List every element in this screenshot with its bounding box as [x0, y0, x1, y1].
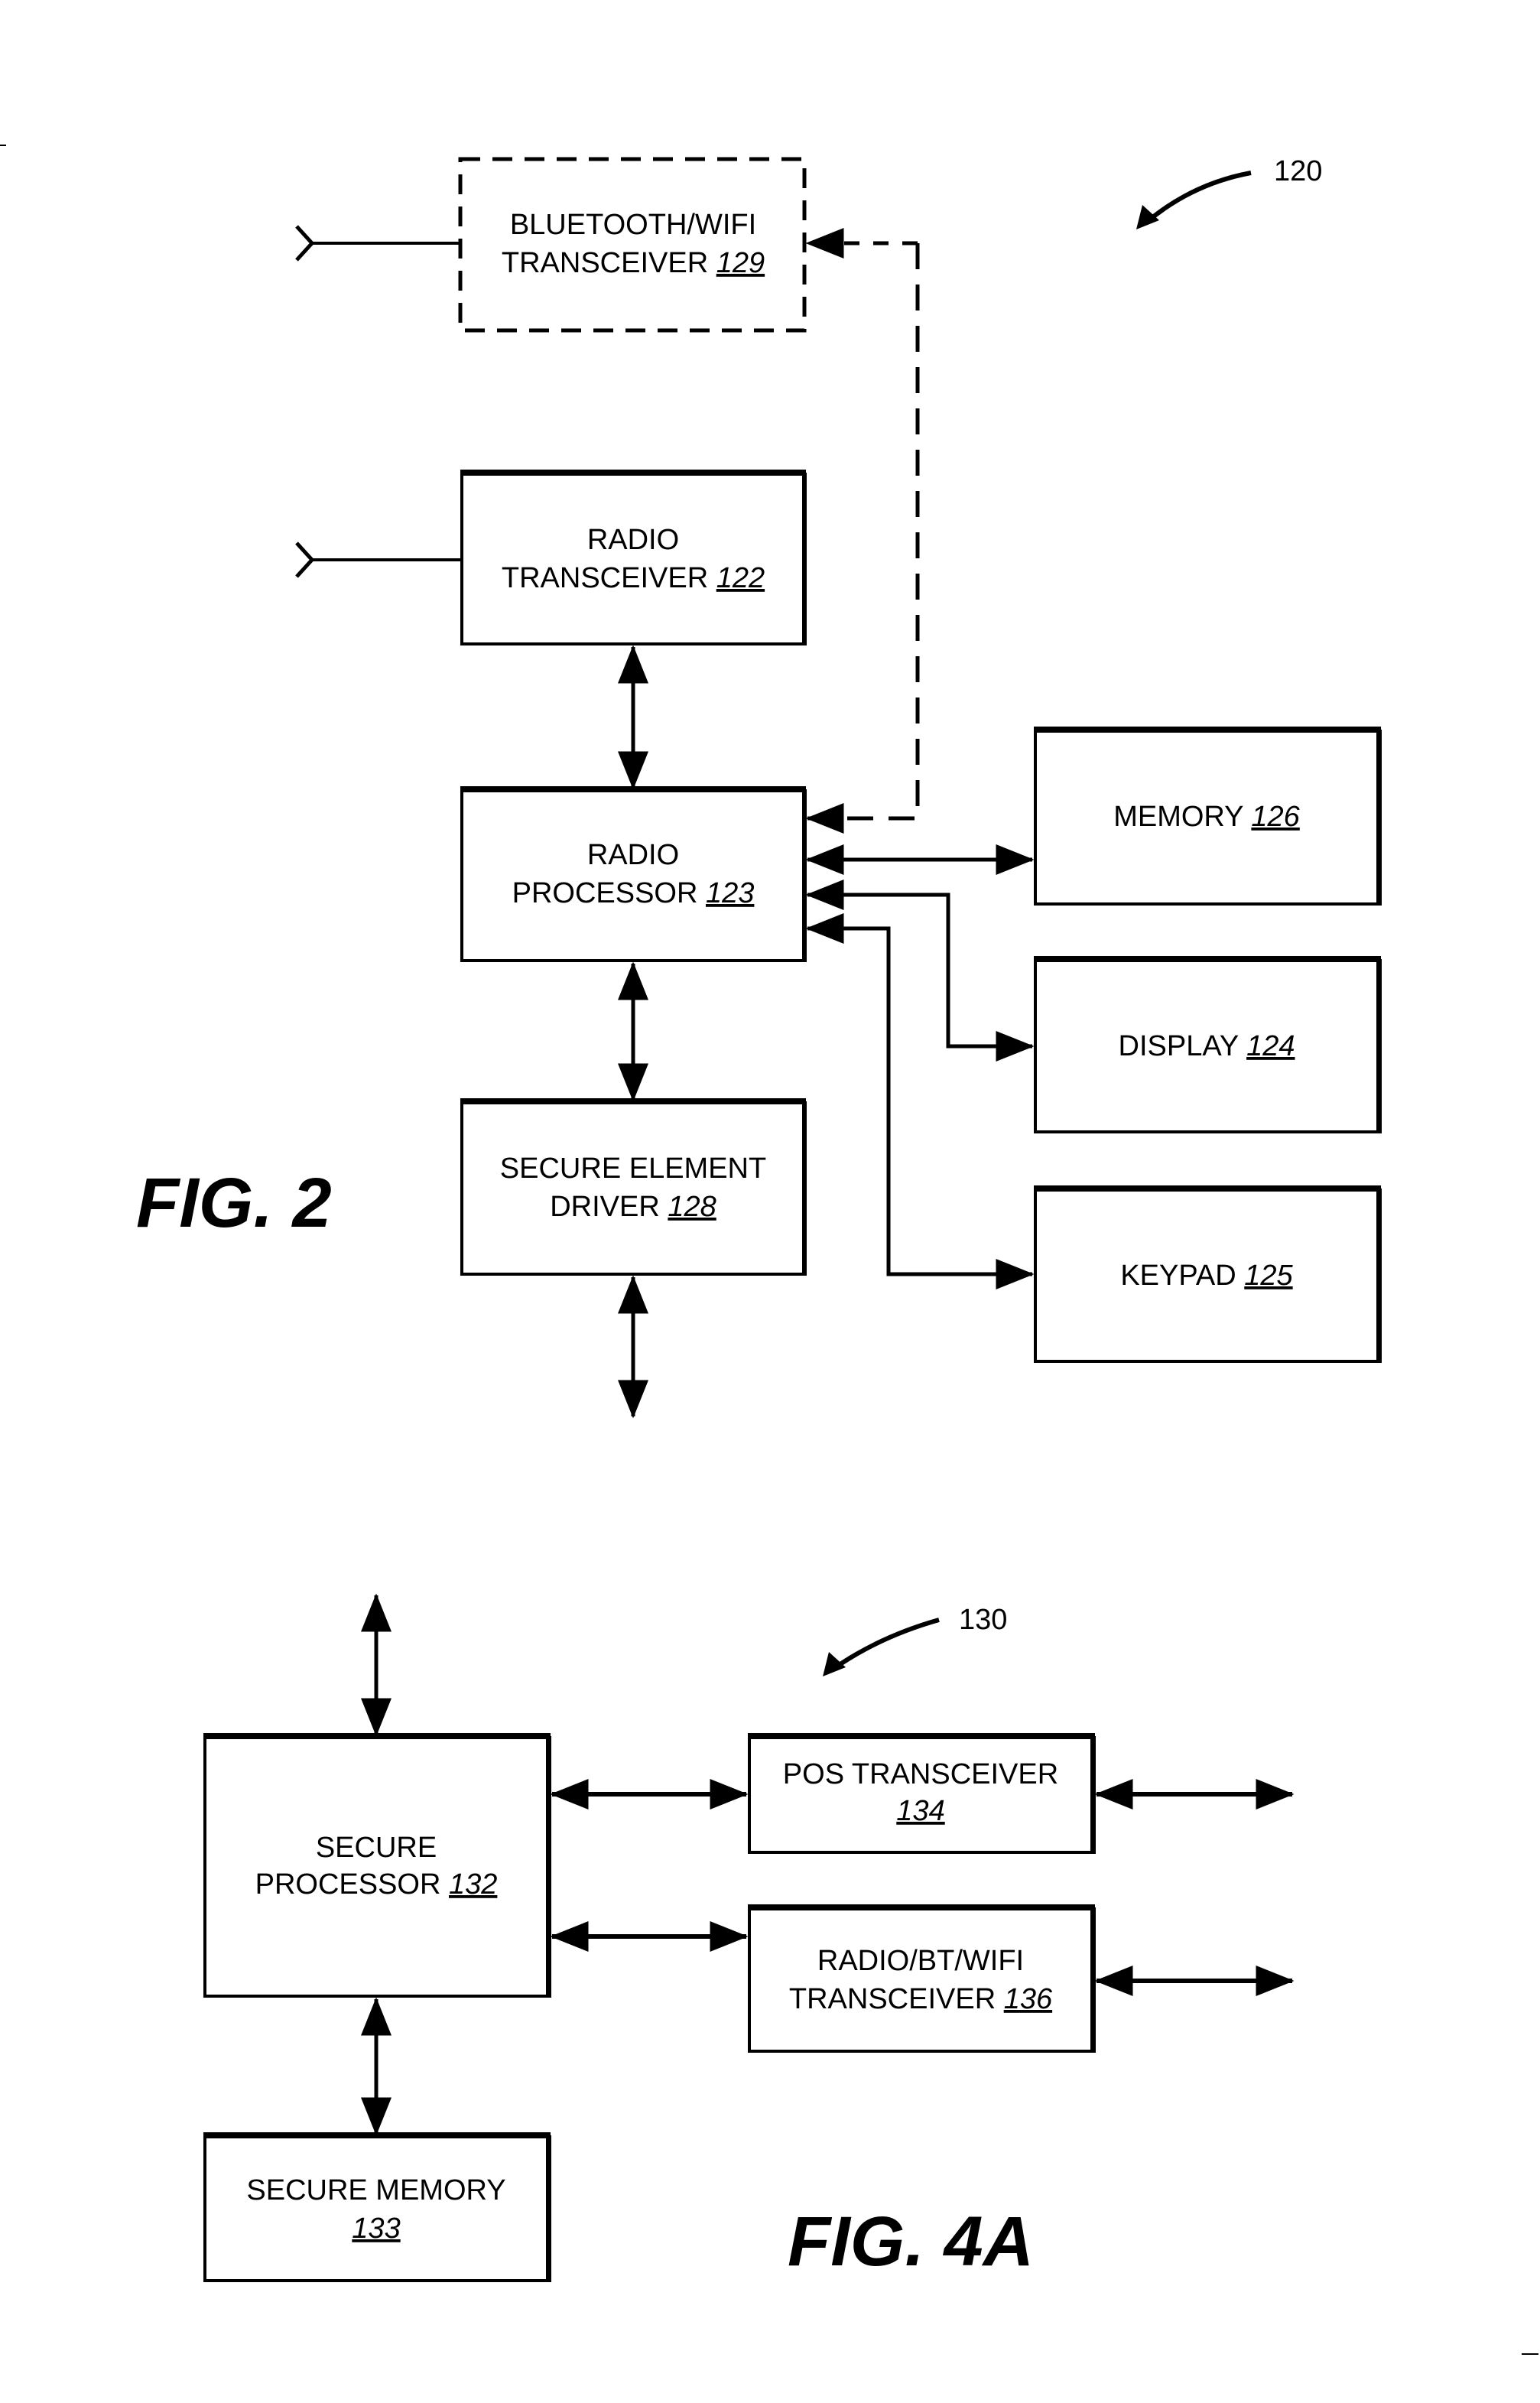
block-ref-number: 134: [896, 1795, 944, 1827]
block-display: DISPLAY 124: [1034, 956, 1382, 1133]
block-label-line2: TRANSCEIVER 129: [502, 247, 765, 279]
reference-pointer-arrow: [832, 1618, 940, 1671]
block-label-line2: TRANSCEIVER 136: [789, 1983, 1053, 2015]
reference-number-120: 120: [1274, 155, 1322, 187]
antenna-icon: [295, 541, 460, 578]
block-label-line1: SECURE ELEMENT: [500, 1153, 766, 1185]
block-label-line2: PROCESSOR 123: [512, 877, 755, 909]
block-memory: MEMORY 126: [1034, 727, 1382, 906]
figure-label-fig-2: FIG. 2: [136, 1164, 332, 1242]
block-secure-element-driver: SECURE ELEMENT DRIVER 128: [460, 1098, 807, 1276]
block-label: KEYPAD 125: [1120, 1260, 1293, 1292]
block-bluetooth-wifi-transceiver: BLUETOOTH/WIFI TRANSCEIVER 129: [458, 157, 807, 333]
connector-processor-bt-dashed: [805, 243, 920, 834]
block-label-line1: SECURE MEMORY: [246, 2174, 505, 2206]
block-label-line2: PROCESSOR 132: [255, 1868, 498, 1901]
block-radio-transceiver: RADIO TRANSCEIVER 122: [460, 470, 807, 645]
block-label-line1: RADIO: [587, 839, 679, 871]
block-label-line1: RADIO/BT/WIFI: [817, 1945, 1024, 1977]
block-ref-number: 133: [352, 2213, 400, 2245]
block-radio-bt-wifi-transceiver: RADIO/BT/WIFI TRANSCEIVER 136: [748, 1904, 1096, 2053]
block-secure-memory: SECURE MEMORY 133: [203, 2132, 551, 2282]
figure-label-fig-4a: FIG. 4A: [788, 2203, 1034, 2281]
block-pos-transceiver: POS TRANSCEIVER 134: [748, 1733, 1096, 1854]
connector-processor-display: [805, 880, 1035, 1062]
block-label-line2: DRIVER 128: [550, 1191, 716, 1223]
figure-4a: 130 SECURE PROCESSOR 132 POS TRANSCEIVER…: [203, 1593, 1295, 2282]
reference-pointer-arrowhead: [1136, 205, 1159, 229]
connector-processor-keypad: [805, 913, 1035, 1289]
block-label: DISPLAY 124: [1119, 1030, 1295, 1062]
block-label-line2: TRANSCEIVER 122: [502, 562, 765, 594]
block-secure-processor: SECURE PROCESSOR 132: [203, 1733, 551, 1998]
figure-2: 120 BLUETOOTH/WIFI TRANSCEIVER 129 RADIO…: [136, 155, 1382, 1419]
block-label-line1: SECURE: [316, 1832, 437, 1864]
block-label-line1: RADIO: [587, 524, 679, 556]
block-label-line1: BLUETOOTH/WIFI: [510, 209, 756, 241]
block-keypad: KEYPAD 125: [1034, 1185, 1382, 1363]
patent-drawing-sheet: 120 BLUETOOTH/WIFI TRANSCEIVER 129 RADIO…: [0, 145, 1538, 2355]
block-label-line1: POS TRANSCEIVER: [783, 1758, 1058, 1790]
antenna-icon: [295, 225, 460, 262]
block-label: MEMORY 126: [1113, 801, 1300, 833]
reference-pointer-arrow: [1145, 171, 1252, 224]
reference-pointer-arrowhead: [823, 1652, 846, 1676]
reference-number-130: 130: [959, 1604, 1007, 1636]
block-radio-processor: RADIO PROCESSOR 123: [460, 786, 807, 962]
